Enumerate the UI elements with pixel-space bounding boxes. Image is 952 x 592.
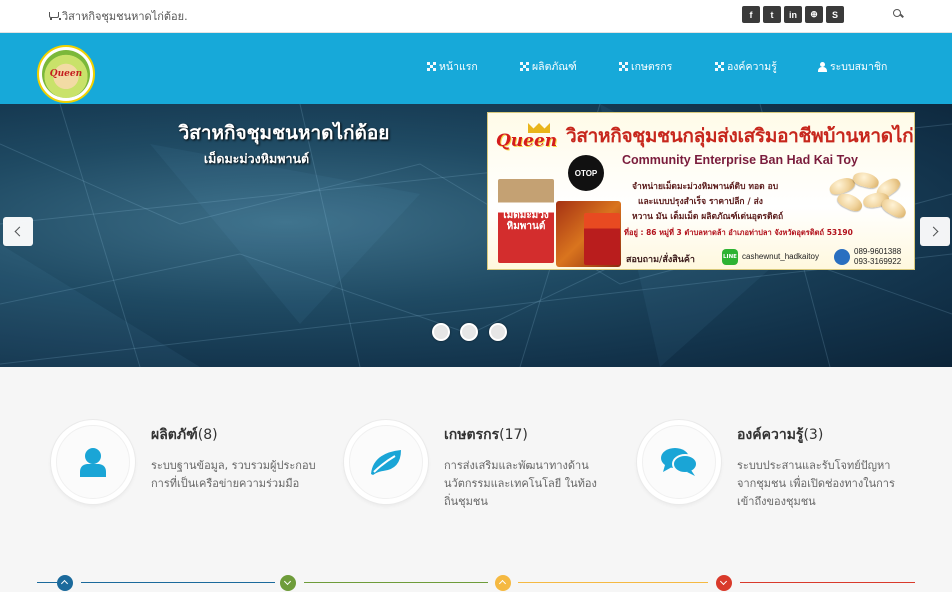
feature-icon-circle[interactable] [344,420,428,504]
line-id: cashewnut_hadkaitoy [742,252,819,261]
leaf-icon [371,450,401,475]
grid-icon [520,62,529,71]
nav-item-label: ผลิตภัณฑ์ [532,61,577,73]
slider-next-button[interactable] [920,217,950,246]
phone-1: 089-9601388 [854,247,902,256]
feature-description: ระบบประสานและรับโจทย์ปัญหาจากชุมชน เพื่อ… [737,459,895,508]
otop-badge: OTOP [568,155,604,191]
nav-item-label: หน้าแรก [439,61,478,73]
feature-icon-circle[interactable] [51,420,135,504]
comments-icon [661,448,698,476]
divider-line [740,582,915,583]
dribbble-icon[interactable]: ⊕ [805,6,823,23]
chevron-up-icon[interactable] [57,575,73,591]
slider-dot-1[interactable] [432,323,450,341]
twitter-icon[interactable]: t [763,6,781,23]
feature-title[interactable]: องค์ความรู้(3) [737,424,823,446]
banner-brand: Queen [496,131,558,151]
user-icon [80,448,106,477]
site-logo[interactable]: Queen [37,45,95,103]
banner-address: ที่อยู่ : 86 หมู่ที่ 3 ตำบลหาดล้า อำเภอท… [624,228,853,237]
banner-line-3: หวาน มัน เต็มเม็ด ผลิตภัณฑ์เด่นอุตรดิตถ์ [632,212,784,222]
nav-item-farmers[interactable]: เกษตรกร [619,58,672,75]
product-box-label: เม็ดมะม่วง หิมพานต์ [503,210,549,232]
feature-knowledge: องค์ความรู้(3) ระบบประสานและรับโจทย์ปัญห… [637,420,917,520]
nav-item-knowledge[interactable]: องค์ความรู้ [715,58,777,75]
banner-phones: 089-9601388 093-3169922 [854,247,901,267]
divider-line [518,582,708,583]
grid-icon [427,62,436,71]
divider-line [304,582,488,583]
feature-products: ผลิตภัฑ์(8) ระบบฐานข้อมูล, รวบรวมผู้ประก… [51,420,331,520]
chevron-up-icon[interactable] [495,575,511,591]
banner-line-1: จำหน่ายเม็ดมะม่วงหิมพานต์ดิบ ทอด อบ [632,182,779,192]
feature-title[interactable]: ผลิตภัฑ์(8) [151,424,218,446]
hero-slider: วิสาหกิจชุมชนหาดไก่ต้อย เม็ดมะม่วงหิมพาน… [0,104,952,367]
chevron-down-icon[interactable] [716,575,732,591]
linkedin-icon[interactable]: in [784,6,802,23]
hero-title: วิสาหกิจชุมชนหาดไก่ต้อย [178,122,390,144]
slider-prev-button[interactable] [3,217,33,246]
feature-title[interactable]: เกษตรกร(17) [444,424,528,446]
grid-icon [619,62,628,71]
line-app-icon: LINE [722,249,738,265]
grid-icon [715,62,724,71]
divider-line [81,582,275,583]
shopping-cart-icon [48,11,61,21]
feature-description: ระบบฐานข้อมูล, รวบรวมผู้ประกอบการที่เป็น… [151,459,316,490]
user-icon [818,61,827,72]
chevron-down-icon[interactable] [280,575,296,591]
feature-description: การส่งเสริมและพัฒนาทางด้านนวัตกรรมและเทค… [444,459,597,508]
feature-farmers: เกษตรกร(17) การส่งเสริมและพัฒนาทางด้านนว… [344,420,624,520]
feature-icon-circle[interactable] [637,420,721,504]
nav-item-products[interactable]: ผลิตภัณฑ์ [520,58,577,75]
nav-item-label: เกษตรกร [631,61,673,73]
product-jar-image [584,213,620,265]
skype-icon[interactable]: S [826,6,844,23]
logo-emblem: Queen [42,50,90,98]
logo-text: Queen [49,69,83,79]
shop-name-link[interactable]: วิสาหกิจชุมชนหาดไก่ต้อย. [48,7,188,25]
search-icon[interactable] [893,9,903,19]
phone-icon [834,249,850,265]
nav-item-label: ระบบสมาชิก [830,61,888,73]
facebook-icon[interactable]: f [742,6,760,23]
slider-dot-2[interactable] [460,323,478,341]
cashew-nuts-image [823,169,909,221]
slider-dot-3[interactable] [489,323,507,341]
banner-order-text: สอบถาม/สั่งสินค้า [626,255,695,265]
top-bar: วิสาหกิจชุมชนหาดไก่ต้อย. f t in ⊕ S [0,0,952,33]
shop-name: วิสาหกิจชุมชนหาดไก่ต้อย. [62,10,188,23]
banner-title-thai: วิสาหกิจชุมชนกลุ่มส่งเสริมอาชีพบ้านหาดไก… [566,125,915,147]
nav-item-home[interactable]: หน้าแรก [427,58,478,75]
nav-item-label: องค์ความรู้ [727,61,777,73]
banner-title-english: Community Enterprise Ban Had Kai Toy [622,153,858,167]
hero-subtitle: เม็ดมะม่วงหิมพานต์ [203,151,310,166]
social-links: f t in ⊕ S [742,6,844,23]
divider-line [37,582,57,583]
banner-line-2: และแบบปรุงสำเร็จ ราคาปลีก / ส่ง [638,197,763,207]
phone-2: 093-3169922 [854,257,902,266]
promo-banner: Queen วิสาหกิจชุมชนกลุ่มส่งเสริมอาชีพบ้า… [487,112,915,270]
main-navbar: Queen หน้าแรก ผลิตภัณฑ์ เกษตรกร องค์ความ… [0,33,952,104]
nav-item-member-system[interactable]: ระบบสมาชิก [818,58,887,75]
